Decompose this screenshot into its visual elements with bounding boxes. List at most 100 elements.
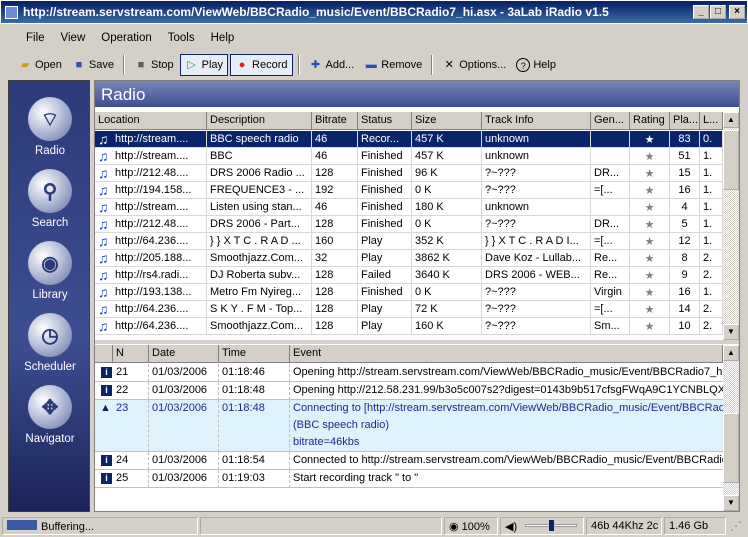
cell-location: http://64.236....: [95, 233, 207, 250]
maximize-button[interactable]: □: [710, 5, 726, 19]
station-row[interactable]: http://193.138... Metro Fm Nyireg... 128 Fi…: [95, 284, 723, 301]
splitter[interactable]: [95, 340, 739, 344]
column-header-bitrate[interactable]: Bitrate: [312, 112, 358, 130]
play-button[interactable]: ▷ Play: [179, 54, 229, 76]
remove-button[interactable]: ▬ Remove: [360, 54, 426, 76]
resize-grip-icon[interactable]: ⋰: [730, 519, 742, 533]
options-button[interactable]: ✕ Options...: [438, 54, 510, 76]
sidebar: ⌔ Radio ⚲ Search ◉ Library ◷ Scheduler ✥ Navi…: [8, 80, 90, 512]
log-event: Opening http://212.58.231.99/b3o5c007s2?…: [293, 384, 723, 396]
station-row[interactable]: http://stream.... BBC speech radio 46 Recor…: [95, 131, 723, 148]
station-row[interactable]: http://stream.... BBC 46 Finished 457 Kunkno…: [95, 148, 723, 165]
column-header-description[interactable]: Description: [207, 112, 312, 130]
music-note-icon: ♫: [98, 267, 109, 283]
cell-rating: ★: [630, 148, 670, 165]
volume-control[interactable]: ◀): [500, 517, 584, 535]
cell-description: DRS 2006 Radio ...: [207, 165, 312, 182]
record-button[interactable]: ● Record: [230, 54, 293, 76]
log-row[interactable]: i 22 01/03/2006 01:18:48 Opening http://212.…: [95, 382, 723, 400]
cell-last: 1.: [700, 165, 723, 182]
station-row[interactable]: http://rs4.radi... DJ Roberta subv... 128 F…: [95, 267, 723, 284]
cell-last: 1.: [700, 233, 723, 250]
music-note-icon: ♫: [98, 301, 109, 317]
minimize-button[interactable]: _: [693, 5, 709, 19]
music-note-icon: ♫: [98, 182, 109, 198]
menu-help[interactable]: Help: [203, 28, 243, 50]
play-icon: ▷: [187, 59, 196, 71]
cell-track-info: ?~???: [482, 318, 591, 335]
music-note-icon: ♫: [98, 131, 109, 147]
sidebar-item-search[interactable]: ⚲ Search: [9, 169, 91, 229]
cell-track-info: ?~???: [482, 216, 591, 233]
log-event: Connecting to [http://stream.servstream.…: [293, 402, 723, 414]
toolbar: ▰ Open ■ Save ■ Stop ▷ Play ● Record ✚ Add... …: [0, 52, 748, 78]
close-button[interactable]: ×: [729, 5, 745, 19]
scroll-up-button[interactable]: ▲: [723, 112, 739, 128]
menu-file[interactable]: File: [18, 28, 53, 50]
info-icon: i: [101, 455, 112, 466]
help-button[interactable]: ? Help: [512, 54, 560, 76]
sidebar-item-library[interactable]: ◉ Library: [9, 241, 91, 301]
column-header-plays[interactable]: Pla...: [670, 112, 700, 130]
column-header-genre[interactable]: Gen...: [591, 112, 630, 130]
save-button[interactable]: ■ Save: [68, 54, 118, 76]
music-note-icon: ♫: [98, 250, 109, 266]
log-header-date[interactable]: Date: [149, 345, 219, 363]
column-header-status[interactable]: Status: [358, 112, 412, 130]
radio-antenna-icon: ⌔: [28, 97, 72, 141]
scroll-down-button[interactable]: ▼: [723, 324, 739, 340]
cell-bitrate: 128: [312, 216, 358, 233]
column-header-rating[interactable]: Rating: [630, 112, 670, 130]
log-header-n[interactable]: N: [113, 345, 149, 363]
cell-status: Failed: [358, 267, 412, 284]
cell-track-info: ?~???: [482, 284, 591, 301]
log-row[interactable]: i 24 01/03/2006 01:18:54 Connected to http:/…: [95, 452, 723, 470]
cell-plays: 51: [670, 148, 700, 165]
station-row[interactable]: http://64.236.... S K Y . F M - Top... 128…: [95, 301, 723, 318]
add-button[interactable]: ✚ Add...: [305, 54, 359, 76]
sidebar-item-scheduler[interactable]: ◷ Scheduler: [9, 313, 91, 373]
cell-last: 1.: [700, 182, 723, 199]
window-title: http://stream.servstream.com/ViewWeb/BBC…: [23, 5, 609, 19]
column-header-track-info[interactable]: Track Info: [482, 112, 591, 130]
station-row[interactable]: http://205.188... Smoothjazz.Com... 32 Play…: [95, 250, 723, 267]
stations-scrollbar[interactable]: ▲ ▼: [723, 112, 739, 340]
column-header-location[interactable]: Location: [95, 112, 207, 130]
station-row[interactable]: http://212.48.... DRS 2006 Radio ... 128 Fi…: [95, 165, 723, 182]
menu-view[interactable]: View: [53, 28, 94, 50]
menu-tools[interactable]: Tools: [160, 28, 203, 50]
column-header-size[interactable]: Size: [412, 112, 482, 130]
sidebar-item-navigator[interactable]: ✥ Navigator: [9, 385, 91, 445]
scroll-thumb[interactable]: [723, 413, 739, 483]
cell-last: 1.: [700, 216, 723, 233]
log-row[interactable]: i 25 01/03/2006 01:19:03 Start recording tra…: [95, 470, 723, 488]
log-row[interactable]: ▲ 23 01/03/2006 01:18:48 Connecting to [http…: [95, 400, 723, 452]
log-event: Opening http://stream.servstream.com/Vie…: [293, 366, 723, 378]
menu-operation[interactable]: Operation: [93, 28, 160, 50]
divider: [431, 55, 434, 75]
cell-genre: =[...: [591, 182, 630, 199]
station-row[interactable]: http://64.236....} } X T C . R A D ... 16…: [95, 233, 723, 250]
column-header-last[interactable]: L...: [700, 112, 723, 130]
log-header-type: [95, 345, 113, 363]
cell-status: Play: [358, 250, 412, 267]
volume-slider[interactable]: [549, 520, 554, 531]
station-row[interactable]: http://212.48.... DRS 2006 - Part... 128 Fi…: [95, 216, 723, 233]
scroll-up-button[interactable]: ▲: [723, 345, 739, 361]
scroll-down-button[interactable]: ▼: [723, 495, 739, 511]
log-header-event[interactable]: Event: [290, 345, 723, 363]
station-row[interactable]: http://stream.... Listen using stan... 46 F…: [95, 199, 723, 216]
log-scrollbar[interactable]: ▲ ▼: [723, 345, 739, 511]
cell-size: 180 K: [412, 199, 482, 216]
clock-icon: ◷: [28, 313, 72, 357]
stop-button[interactable]: ■ Stop: [130, 54, 178, 76]
scroll-thumb[interactable]: [723, 130, 739, 190]
open-button[interactable]: ▰ Open: [14, 54, 66, 76]
station-row[interactable]: http://64.236.... Smoothjazz.Com... 128 Pla…: [95, 318, 723, 335]
stop-icon: ■: [137, 59, 145, 71]
sidebar-item-radio[interactable]: ⌔ Radio: [9, 97, 91, 157]
log-header-time[interactable]: Time: [219, 345, 290, 363]
log-row[interactable]: i 21 01/03/2006 01:18:46 Opening http://stre…: [95, 364, 723, 382]
station-row[interactable]: http://194.158... FREQUENCE3 - ... 192 Fini…: [95, 182, 723, 199]
cell-location: http://64.236....: [95, 301, 207, 318]
